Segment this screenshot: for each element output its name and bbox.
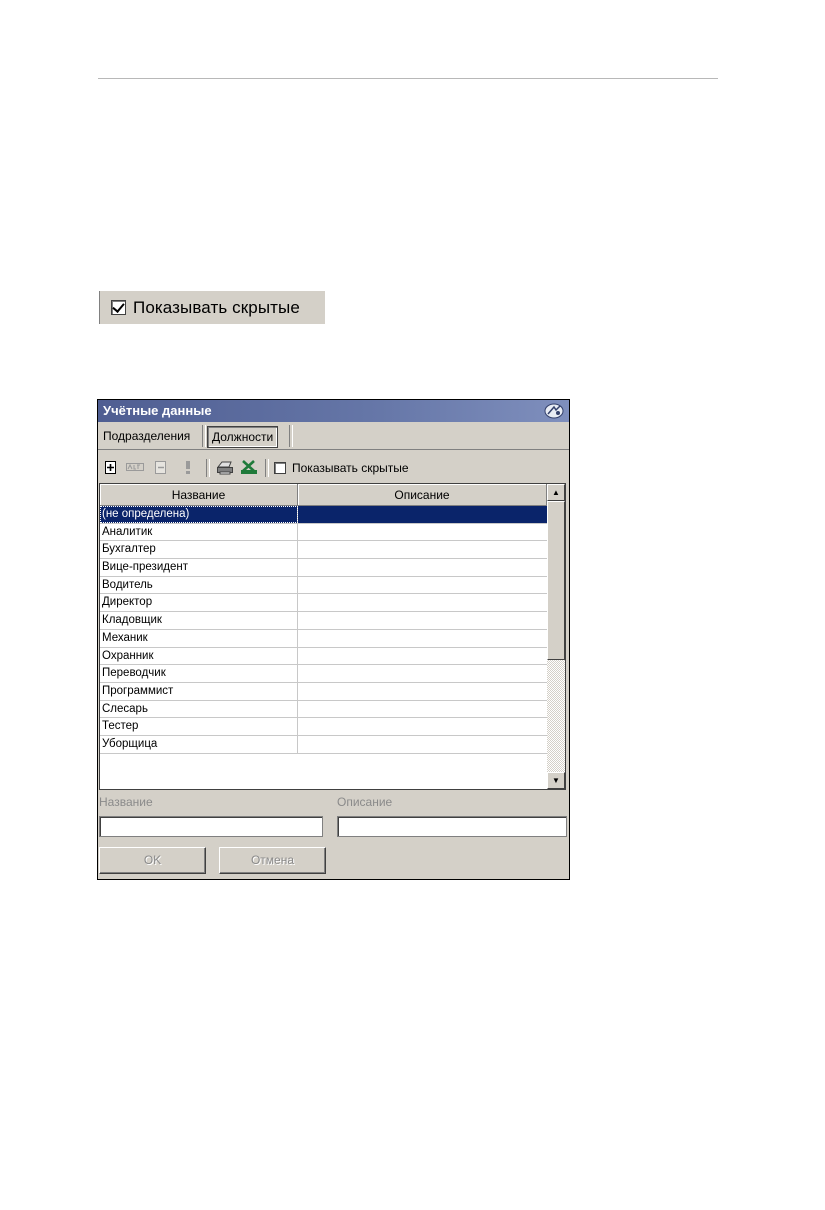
cell-description[interactable]: [298, 630, 547, 647]
scroll-up-icon[interactable]: ▲: [547, 484, 565, 501]
grid-header: Название Описание: [100, 484, 547, 506]
cell-description[interactable]: [298, 718, 547, 735]
cell-name[interactable]: Уборщица: [100, 735, 298, 753]
cell-name[interactable]: Переводчик: [100, 665, 298, 682]
name-field-label: Название: [99, 795, 153, 809]
grid-body: (не определена) Аналитик Бухгалтер Вице-пре…: [100, 506, 547, 754]
table-row[interactable]: Охранник: [100, 647, 547, 666]
table-row[interactable]: Директор: [100, 594, 547, 613]
table-row[interactable]: Слесарь: [100, 700, 547, 719]
table-row[interactable]: Бухгалтер: [100, 541, 547, 560]
table-row[interactable]: Вице-президент: [100, 559, 547, 577]
show-hidden-label: Показывать скрытые: [292, 461, 409, 475]
show-hidden-checkbox[interactable]: [274, 462, 286, 474]
cell-name[interactable]: Водитель: [100, 576, 298, 594]
cell-description[interactable]: [298, 648, 547, 665]
cell-name[interactable]: Аналитик: [100, 523, 298, 541]
cell-name[interactable]: Механик: [100, 629, 298, 647]
cell-name[interactable]: Бухгалтер: [100, 541, 298, 559]
cell-name[interactable]: Охранник: [100, 647, 298, 665]
print-icon[interactable]: [215, 459, 235, 477]
cell-description[interactable]: [298, 506, 547, 523]
show-hidden-label-enlarged: Показывать скрытые: [133, 297, 300, 317]
excel-export-icon[interactable]: [240, 459, 258, 477]
toolbar-separator: [206, 459, 210, 477]
table-row[interactable]: Тестер: [100, 718, 547, 736]
tab-separator: [289, 425, 293, 447]
column-header-name[interactable]: Название: [100, 484, 298, 506]
cell-description[interactable]: [298, 524, 547, 541]
name-input[interactable]: [99, 816, 323, 837]
table-row[interactable]: Механик: [100, 629, 547, 648]
accounting-data-window: Учётные данные Подразделения Должности П…: [97, 399, 570, 880]
cell-description[interactable]: [298, 701, 547, 718]
scroll-down-icon[interactable]: ▼: [547, 772, 565, 789]
window-title: Учётные данные: [103, 403, 212, 418]
cell-description[interactable]: [298, 683, 547, 700]
tab-positions[interactable]: Должности: [207, 426, 279, 448]
show-hidden-checkbox-enlarged[interactable]: [111, 300, 126, 315]
show-hidden-snippet: Показывать скрытые: [97, 291, 325, 324]
cell-name[interactable]: Тестер: [100, 718, 298, 735]
tab-separator: [202, 425, 206, 447]
cell-name[interactable]: Вице-президент: [100, 559, 298, 576]
cell-description[interactable]: [298, 594, 547, 611]
tab-strip: Подразделения Должности: [98, 423, 569, 450]
cell-description[interactable]: [298, 541, 547, 558]
cell-description[interactable]: [298, 665, 547, 682]
vertical-scrollbar[interactable]: ▲ ▼: [547, 484, 565, 789]
ok-button[interactable]: OK: [99, 847, 206, 874]
add-icon[interactable]: [103, 459, 119, 477]
table-row[interactable]: Кладовщик: [100, 612, 547, 630]
cell-name[interactable]: Кладовщик: [100, 612, 298, 629]
delete-icon[interactable]: [153, 459, 169, 477]
table-row[interactable]: Водитель: [100, 576, 547, 595]
description-field-label: Описание: [337, 795, 393, 809]
cell-name[interactable]: Программист: [100, 682, 298, 700]
cell-description[interactable]: [298, 612, 547, 629]
cell-name[interactable]: (не определена): [100, 506, 298, 523]
table-row[interactable]: (не определена): [100, 506, 547, 524]
cell-description[interactable]: [298, 559, 547, 576]
help-icon[interactable]: [543, 402, 565, 420]
toolbar-separator: [265, 459, 269, 477]
toolbar: Показывать скрытые: [98, 456, 569, 480]
description-input[interactable]: [337, 816, 567, 837]
cell-name[interactable]: Слесарь: [100, 700, 298, 718]
warning-icon[interactable]: [180, 459, 196, 477]
cell-description[interactable]: [298, 577, 547, 594]
scrollbar-thumb[interactable]: [547, 501, 565, 660]
tab-departments[interactable]: Подразделения: [100, 425, 193, 447]
cell-name[interactable]: Директор: [100, 594, 298, 612]
window-titlebar[interactable]: Учётные данные: [98, 400, 569, 422]
table-row[interactable]: Уборщица: [100, 735, 547, 754]
cancel-button[interactable]: Отмена: [219, 847, 326, 874]
rename-icon[interactable]: [125, 459, 145, 477]
positions-grid: Название Описание (не определена) Аналити…: [99, 483, 566, 790]
table-row[interactable]: Аналитик: [100, 523, 547, 542]
column-header-description[interactable]: Описание: [298, 484, 547, 506]
table-row[interactable]: Переводчик: [100, 665, 547, 683]
cell-description[interactable]: [298, 736, 547, 753]
table-row[interactable]: Программист: [100, 682, 547, 701]
page-divider: [98, 78, 718, 79]
